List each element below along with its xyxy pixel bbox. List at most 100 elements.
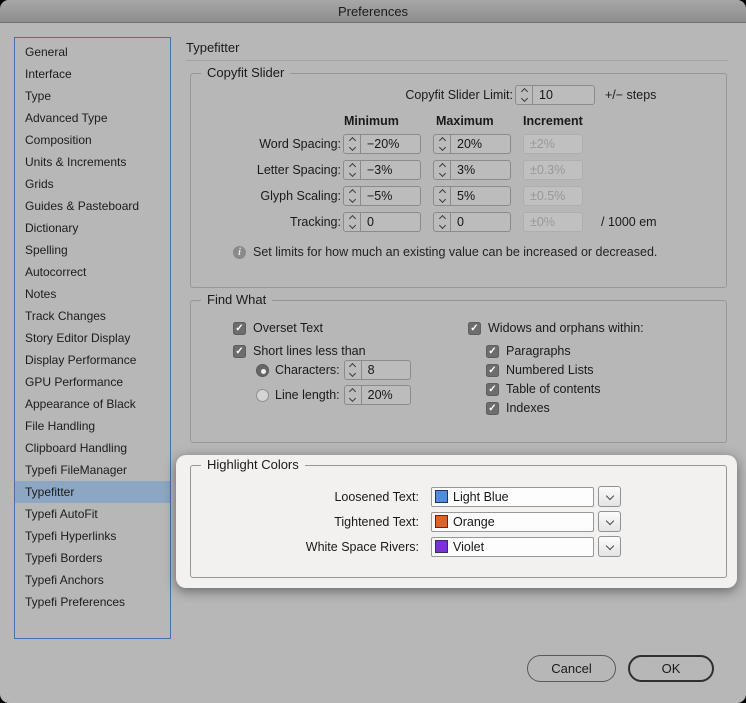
color-dropdown-value: Light Blue <box>453 489 509 504</box>
color-dropdown-orange[interactable]: Orange <box>431 511 594 532</box>
short-lines-checkbox-row[interactable]: ✓ Short lines less than <box>233 344 366 358</box>
field-value: ±2% <box>530 137 555 151</box>
checkbox-checked-icon[interactable]: ✓ <box>233 344 246 358</box>
stepper-icon[interactable] <box>344 187 361 205</box>
checkbox-row-paragraphs[interactable]: ✓ Paragraphs <box>486 344 571 358</box>
overset-text-checkbox-row[interactable]: ✓ Overset Text <box>233 321 323 335</box>
field-value[interactable]: 5% <box>451 189 475 203</box>
checkbox-row-indexes[interactable]: ✓ Indexes <box>486 401 550 415</box>
checkbox-row-numbered-lists[interactable]: ✓ Numbered Lists <box>486 363 594 377</box>
stepper-icon[interactable] <box>434 161 451 179</box>
stepper-icon[interactable] <box>434 213 451 231</box>
copyfit-row-letter-spacing: Letter Spacing: −3% 3% ±0.3% <box>191 160 726 180</box>
cancel-button[interactable]: Cancel <box>527 655 616 682</box>
highlight-row-label: White Space Rivers: <box>305 539 419 554</box>
value-field[interactable]: 20% <box>433 134 511 154</box>
value-field[interactable]: −3% <box>343 160 421 180</box>
checkbox-checked-icon[interactable]: ✓ <box>486 344 499 358</box>
widows-orphans-checkbox-row[interactable]: ✓ Widows and orphans within: <box>468 321 644 335</box>
field-value[interactable]: −3% <box>361 163 392 177</box>
sidebar-item-display-performance[interactable]: Display Performance <box>15 349 170 371</box>
stepper-icon[interactable] <box>516 86 533 104</box>
chevron-down-icon[interactable] <box>598 486 621 507</box>
value-field[interactable]: 3% <box>433 160 511 180</box>
sidebar-item-general[interactable]: General <box>15 41 170 63</box>
sidebar-item-dictionary[interactable]: Dictionary <box>15 217 170 239</box>
radio-unselected-icon[interactable] <box>256 388 269 402</box>
stepper-icon[interactable] <box>345 386 362 404</box>
line-length-field[interactable]: 20% <box>343 385 411 405</box>
value-field[interactable]: −20% <box>343 134 421 154</box>
sidebar-item-typefi-preferences[interactable]: Typefi Preferences <box>15 591 170 613</box>
copyfit-limit-value[interactable]: 10 <box>533 88 553 102</box>
characters-field[interactable]: 8 <box>343 360 411 380</box>
sidebar-item-spelling[interactable]: Spelling <box>15 239 170 261</box>
info-row: i Set limits for how much an existing va… <box>233 245 657 259</box>
value-field[interactable]: 0 <box>433 212 511 232</box>
sidebar-item-appearance-of-black[interactable]: Appearance of Black <box>15 393 170 415</box>
stepper-icon[interactable] <box>345 361 362 379</box>
field-value[interactable]: 0 <box>361 215 374 229</box>
sidebar-item-type[interactable]: Type <box>15 85 170 107</box>
copyfit-limit-row: Copyfit Slider Limit: 10 +/− steps <box>201 85 656 105</box>
copyfit-row-word-spacing: Word Spacing: −20% 20% ±2% <box>191 134 726 154</box>
field-value[interactable]: −20% <box>361 137 399 151</box>
sidebar-item-story-editor-display[interactable]: Story Editor Display <box>15 327 170 349</box>
highlight-colors-group: Highlight Colors Loosened Text: Light Blu… <box>190 457 727 578</box>
characters-value[interactable]: 8 <box>362 363 375 377</box>
stepper-icon[interactable] <box>434 135 451 153</box>
value-field[interactable]: 0 <box>343 212 421 232</box>
sidebar-item-composition[interactable]: Composition <box>15 129 170 151</box>
checkbox-checked-icon[interactable]: ✓ <box>486 401 499 415</box>
checkbox-row-table-of-contents[interactable]: ✓ Table of contents <box>486 382 601 396</box>
window-title: Preferences <box>337 3 409 19</box>
copyfit-limit-field[interactable]: 10 <box>515 85 595 105</box>
highlight-row-white-space-rivers: White Space Rivers: Violet <box>191 536 726 557</box>
sidebar-item-gpu-performance[interactable]: GPU Performance <box>15 371 170 393</box>
sidebar-item-notes[interactable]: Notes <box>15 283 170 305</box>
sidebar-item-track-changes[interactable]: Track Changes <box>15 305 170 327</box>
chevron-down-icon[interactable] <box>598 511 621 532</box>
line-length-radio-row[interactable]: Line length: 20% <box>256 385 411 405</box>
sidebar-item-typefi-borders[interactable]: Typefi Borders <box>15 547 170 569</box>
sidebar-item-clipboard-handling[interactable]: Clipboard Handling <box>15 437 170 459</box>
field-value[interactable]: 20% <box>451 137 482 151</box>
checkbox-checked-icon[interactable]: ✓ <box>486 363 499 377</box>
titlebar: Preferences <box>0 0 746 23</box>
color-dropdown-violet[interactable]: Violet <box>431 536 594 557</box>
line-length-value[interactable]: 20% <box>362 388 393 402</box>
sidebar-item-units-increments[interactable]: Units & Increments <box>15 151 170 173</box>
sidebar-item-typefi-hyperlinks[interactable]: Typefi Hyperlinks <box>15 525 170 547</box>
stepper-icon[interactable] <box>434 187 451 205</box>
checkbox-checked-icon[interactable]: ✓ <box>233 321 246 335</box>
sidebar-item-autocorrect[interactable]: Autocorrect <box>15 261 170 283</box>
sidebar-item-typefi-anchors[interactable]: Typefi Anchors <box>15 569 170 591</box>
sidebar-item-interface[interactable]: Interface <box>15 63 170 85</box>
ok-button[interactable]: OK <box>628 655 714 682</box>
sidebar-item-advanced-type[interactable]: Advanced Type <box>15 107 170 129</box>
radio-selected-icon[interactable] <box>256 363 269 377</box>
color-dropdown-value: Orange <box>453 514 495 529</box>
field-value[interactable]: 0 <box>451 215 464 229</box>
stepper-icon[interactable] <box>344 135 361 153</box>
sidebar-item-typefitter[interactable]: Typefitter <box>15 481 170 503</box>
sidebar-item-grids[interactable]: Grids <box>15 173 170 195</box>
characters-radio-row[interactable]: Characters: 8 <box>256 360 411 380</box>
field-value[interactable]: −5% <box>361 189 392 203</box>
sidebar-item-typefi-autofit[interactable]: Typefi AutoFit <box>15 503 170 525</box>
checkbox-checked-icon[interactable]: ✓ <box>468 321 481 335</box>
field-value[interactable]: 3% <box>451 163 475 177</box>
preferences-window: Preferences General Interface Type Advanced… <box>0 0 746 703</box>
chevron-down-icon[interactable] <box>598 536 621 557</box>
color-dropdown-light-blue[interactable]: Light Blue <box>431 486 594 507</box>
sidebar-item-file-handling[interactable]: File Handling <box>15 415 170 437</box>
sidebar-item-guides-pasteboard[interactable]: Guides & Pasteboard <box>15 195 170 217</box>
checkbox-checked-icon[interactable]: ✓ <box>486 382 499 396</box>
value-field[interactable]: −5% <box>343 186 421 206</box>
checkbox-label: Paragraphs <box>506 344 571 358</box>
stepper-icon[interactable] <box>344 213 361 231</box>
highlight-row-label: Loosened Text: <box>334 489 419 504</box>
value-field[interactable]: 5% <box>433 186 511 206</box>
sidebar-item-typefi-filemanager[interactable]: Typefi FileManager <box>15 459 170 481</box>
stepper-icon[interactable] <box>344 161 361 179</box>
